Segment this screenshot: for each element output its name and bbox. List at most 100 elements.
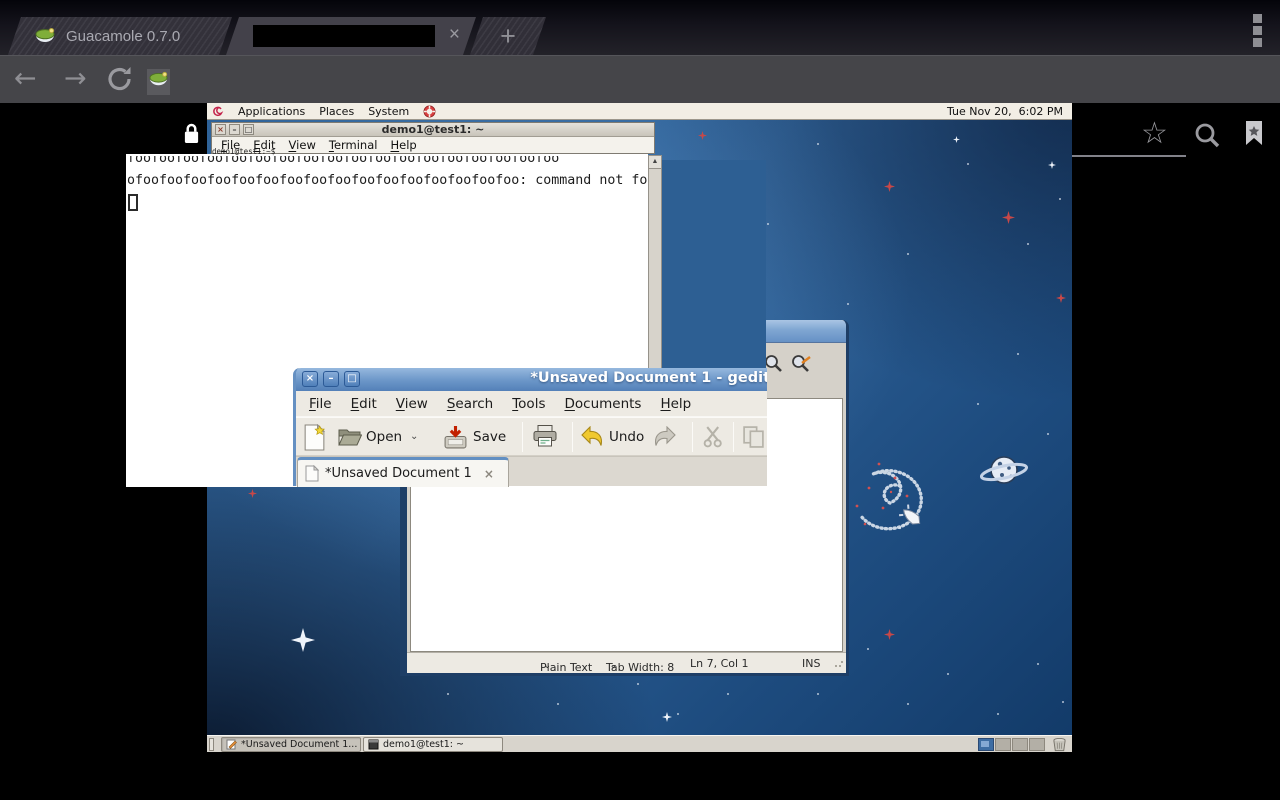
trash-icon[interactable] (1052, 737, 1067, 752)
search-icon[interactable] (1194, 122, 1221, 154)
bookmark-star-icon[interactable]: ☆ (1141, 116, 1168, 151)
terminal-menubar: File Edit View Terminal Help (212, 137, 654, 152)
star-dot-decoration (967, 163, 969, 165)
terminal-titlebar[interactable]: × – □ demo1@test1: ~ (212, 123, 654, 137)
menu-search[interactable]: Search (447, 396, 493, 412)
star-dot-decoration (1037, 663, 1039, 665)
menu-tools[interactable]: Tools (512, 396, 545, 412)
open-folder-icon[interactable] (338, 427, 362, 451)
close-tab-icon[interactable]: × (449, 24, 460, 46)
toolbar-separator (733, 422, 734, 452)
star-dot-decoration (1027, 243, 1029, 245)
refresh-icon[interactable] (106, 65, 134, 98)
help-lifesaver-icon[interactable] (423, 105, 436, 118)
taskbar-item-gedit[interactable]: *Unsaved Document 1... (221, 737, 361, 752)
forward-icon[interactable]: → (64, 65, 87, 92)
panel-grip[interactable] (209, 738, 214, 751)
gedit-title: *Unsaved Document 1 - gedit (530, 370, 767, 386)
panel-menu-system[interactable]: System (368, 105, 409, 118)
copy-icon[interactable] (742, 425, 765, 452)
statusbar-language[interactable]: Plain Text ⌄ (540, 657, 544, 670)
guacamole-favicon-icon (34, 26, 56, 46)
star-decoration (1048, 161, 1056, 169)
tab-guacamole[interactable]: Guacamole 0.7.0 (8, 17, 232, 55)
save-button[interactable]: Save (473, 429, 506, 445)
menu-help[interactable]: Help (660, 396, 691, 412)
panel-menu-places[interactable]: Places (319, 105, 354, 118)
star-dot-decoration (727, 693, 729, 695)
gedit-titlebar[interactable]: × – □ *Unsaved Document 1 - gedit (296, 368, 767, 391)
back-icon[interactable]: ← (14, 65, 37, 92)
document-tab-label: *Unsaved Document 1 (325, 466, 472, 481)
star-decoration (248, 489, 257, 498)
new-document-icon[interactable] (303, 424, 326, 455)
taskbar-item-terminal[interactable]: demo1@test1: ~ (363, 737, 503, 752)
open-button[interactable]: Open (366, 429, 402, 445)
menu-view[interactable]: View (396, 396, 428, 412)
star-dot-decoration (1017, 353, 1019, 355)
document-tab[interactable]: *Unsaved Document 1 × (297, 457, 509, 487)
menu-documents[interactable]: Documents (564, 396, 641, 412)
tab-active-redacted[interactable]: × (226, 17, 476, 55)
star-decoration (698, 131, 707, 140)
new-tab-button[interactable]: + (470, 17, 546, 55)
undo-icon[interactable] (580, 426, 606, 452)
star-dot-decoration (637, 683, 639, 685)
star-dot-decoration (817, 143, 819, 145)
workspace-4[interactable] (1029, 738, 1045, 751)
menu-view[interactable]: View (289, 138, 316, 152)
panel-clock[interactable]: Tue Nov 20, 6:02 PM (947, 105, 1063, 118)
close-document-icon[interactable]: × (484, 467, 494, 481)
panel-menu-applications[interactable]: Applications (238, 105, 305, 118)
workspace-2[interactable] (995, 738, 1011, 751)
gedit-statusbar: Plain Text ⌄ Tab Width: 8 ⌄ Ln 7, Col 1 … (407, 652, 846, 673)
menu-terminal[interactable]: Terminal (329, 138, 378, 152)
menu-help[interactable]: Help (390, 138, 416, 152)
star-dot-decoration (1059, 198, 1061, 200)
terminal-mini-icon (368, 739, 379, 750)
maximize-window-icon[interactable]: □ (344, 371, 360, 387)
star-decoration (291, 628, 315, 652)
scroll-up-icon[interactable]: ▲ (649, 156, 661, 169)
workspace-3[interactable] (1012, 738, 1028, 751)
star-dot-decoration (997, 713, 999, 715)
menu-file[interactable]: File (309, 396, 332, 412)
document-icon (305, 465, 319, 482)
menu-edit[interactable]: Edit (351, 396, 377, 412)
browser-chrome-top: Guacamole 0.7.0 × + (0, 0, 1280, 55)
star-dot-decoration (817, 693, 819, 695)
gedit-menubar: File Edit View Search Tools Documents He… (296, 391, 767, 417)
taskbar-item-label: *Unsaved Document 1... (241, 739, 357, 750)
close-window-icon[interactable]: × (302, 371, 318, 387)
print-icon[interactable] (532, 424, 558, 452)
workspace-1[interactable] (978, 738, 994, 751)
find-replace-icon[interactable] (790, 353, 813, 379)
star-dot-decoration (947, 673, 949, 675)
terminal-window: × – □ demo1@test1: ~ File Edit View Term… (211, 122, 655, 154)
gedit-tabbar: *Unsaved Document 1 × (296, 456, 767, 486)
minimize-window-icon[interactable]: – (323, 371, 339, 387)
ringed-planet-decoration (978, 452, 1030, 497)
statusbar-tab-width[interactable]: Tab Width: 8 ⌄ (606, 657, 610, 670)
rocket-decoration (895, 500, 929, 539)
lock-icon (183, 122, 200, 150)
cut-scissors-icon[interactable] (702, 425, 725, 452)
gnome-taskbar: *Unsaved Document 1... demo1@test1: ~ (207, 735, 1072, 752)
star-dot-decoration (447, 693, 449, 695)
resize-grip[interactable] (834, 658, 844, 668)
undo-button[interactable]: Undo (609, 429, 644, 445)
redo-icon[interactable] (651, 426, 677, 452)
toolbar-separator (522, 422, 523, 452)
save-icon[interactable] (443, 425, 468, 454)
overflow-menu-icon[interactable] (1253, 14, 1262, 47)
terminal-cursor (128, 194, 138, 211)
gedit-mini-icon (226, 739, 237, 750)
chevron-down-icon[interactable]: ⌄ (410, 431, 418, 442)
debian-swirl-icon[interactable] (211, 105, 224, 118)
star-decoration (1056, 293, 1066, 303)
terminal-scrollbar[interactable]: ▲ (648, 155, 662, 370)
bookmarks-list-icon[interactable] (1244, 120, 1264, 151)
glitch-blue-rectangle (662, 160, 766, 368)
star-decoration (1002, 211, 1015, 224)
star-decoration (884, 629, 895, 640)
